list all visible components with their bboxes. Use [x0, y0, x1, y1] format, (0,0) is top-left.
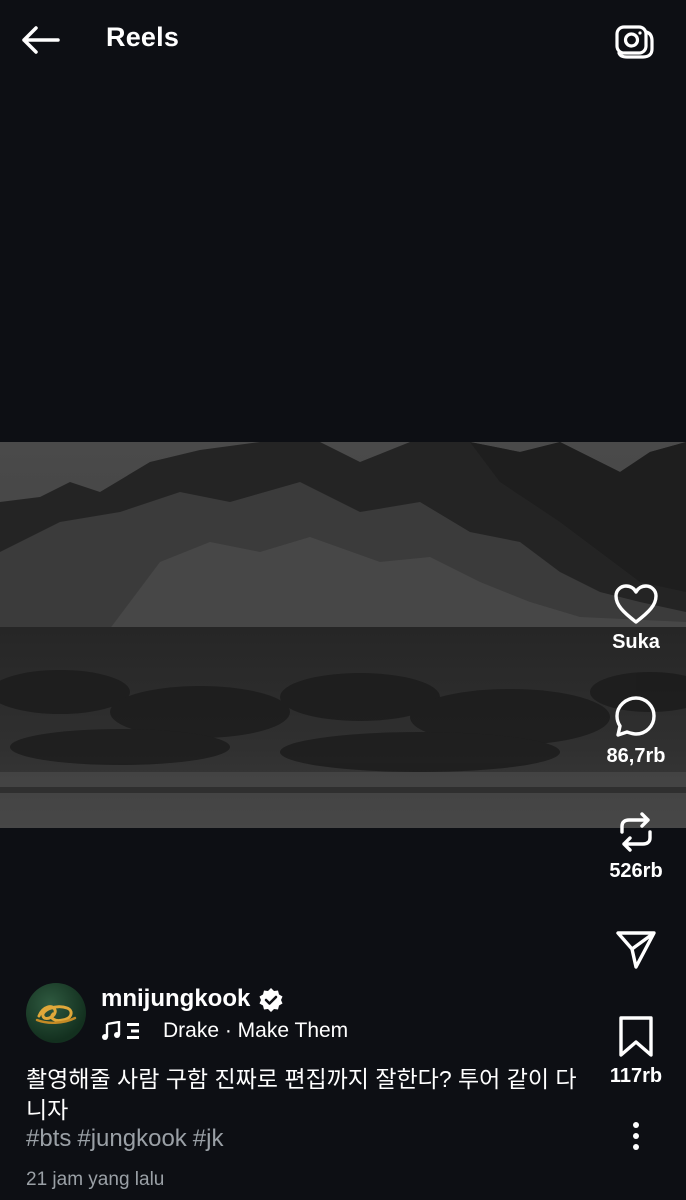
save-count: 117rb — [609, 1065, 663, 1087]
audio-equalizer-icon — [127, 1023, 139, 1039]
verified-badge-icon — [259, 988, 283, 1012]
heart-icon — [614, 584, 658, 624]
comment-button[interactable]: 86,7rb — [586, 695, 686, 768]
camera-button[interactable] — [612, 18, 656, 62]
post-timestamp: 21 jam yang lalu — [26, 1169, 165, 1190]
audio-title: Drake · Make Them — [163, 1019, 349, 1042]
repost-count: 526rb — [609, 860, 663, 882]
comment-count: 86,7rb — [606, 745, 666, 767]
more-button[interactable] — [586, 1120, 686, 1152]
hashtag-list: #bts #jungkook #jk — [26, 1125, 229, 1153]
music-note-icon — [102, 1021, 121, 1040]
video-frame — [0, 442, 686, 828]
author-row: mnijungkook Drake · Make Them — [26, 983, 586, 1047]
avatar-logo-icon — [35, 1005, 77, 1024]
repost-button[interactable]: 526rb — [586, 810, 686, 883]
avatar[interactable] — [26, 983, 86, 1043]
send-icon — [616, 931, 656, 969]
post-caption: 촬영해줄 사람 구함 진짜로 편집까지 잘한다? 투어 같이 다니자 — [26, 1066, 577, 1123]
back-button[interactable] — [18, 20, 62, 60]
hashtag-link[interactable]: #jungkook — [77, 1125, 186, 1152]
save-button[interactable]: 117rb — [586, 1015, 686, 1088]
comment-icon — [615, 696, 656, 737]
audio-track[interactable]: Drake · Make Them — [101, 1019, 348, 1043]
like-button[interactable]: Suka — [586, 583, 686, 654]
top-bar: Reels — [0, 0, 686, 80]
username[interactable]: mnijungkook — [101, 985, 250, 1013]
repost-icon — [620, 812, 652, 852]
bookmark-icon — [619, 1016, 653, 1057]
hashtag-link[interactable]: #jk — [193, 1125, 224, 1152]
more-vertical-icon — [633, 1122, 639, 1150]
page-title: Reels — [106, 22, 180, 52]
reel-video[interactable] — [0, 442, 686, 828]
share-button[interactable] — [586, 927, 686, 971]
like-label: Suka — [612, 631, 660, 653]
hashtag-link[interactable]: #bts — [26, 1125, 71, 1152]
arrow-left-icon — [22, 26, 60, 54]
camera-icon — [615, 25, 654, 59]
